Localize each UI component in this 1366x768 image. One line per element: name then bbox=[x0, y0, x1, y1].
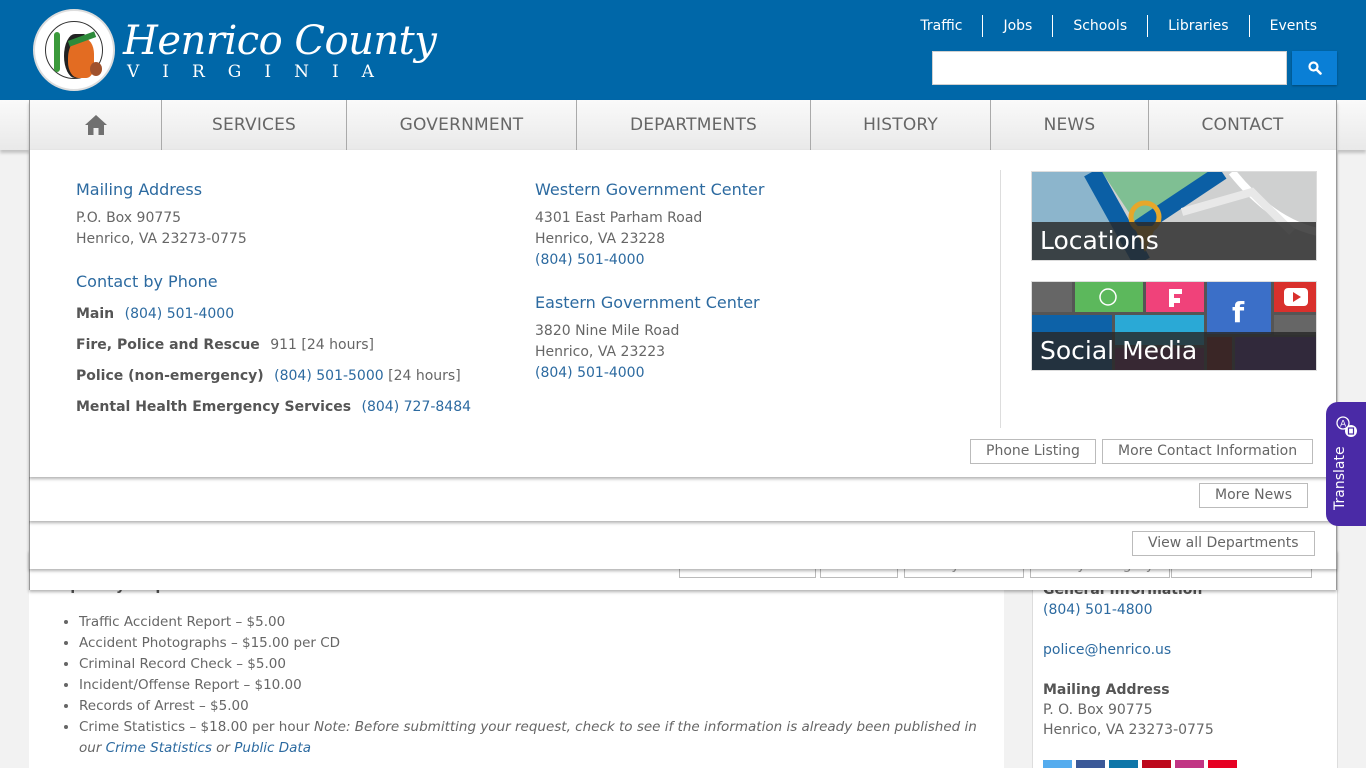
mailing-address-heading: Mailing Address bbox=[76, 180, 203, 199]
phone-row-main: Main (804) 501-4000 bbox=[76, 306, 235, 322]
fee-item: Records of Arrest – $5.00 bbox=[79, 696, 990, 717]
util-link-traffic[interactable]: Traffic bbox=[900, 15, 982, 37]
pinterest-icon[interactable] bbox=[1208, 760, 1237, 768]
translate-label: Translate bbox=[1332, 446, 1348, 510]
public-data-link[interactable]: Public Data bbox=[234, 740, 311, 756]
util-link-schools[interactable]: Schools bbox=[1052, 15, 1147, 37]
youtube-icon[interactable] bbox=[1142, 760, 1171, 768]
fee-item: Accident Photographs – $15.00 per CD bbox=[79, 633, 990, 654]
mailing-line1: P.O. Box 90775 bbox=[76, 210, 182, 226]
nav-home[interactable] bbox=[30, 100, 162, 150]
social-media-caption: Social Media bbox=[1032, 332, 1316, 370]
fee-item-crime-stats: Crime Statistics – $18.00 per hour Note:… bbox=[79, 717, 990, 759]
facebook-icon[interactable] bbox=[1076, 760, 1105, 768]
mailing-line2: Henrico, VA 23273-0775 bbox=[76, 231, 247, 247]
search-button[interactable] bbox=[1292, 51, 1337, 85]
search-icon bbox=[1307, 61, 1322, 75]
more-contact-info-button[interactable]: More Contact Information bbox=[1102, 439, 1314, 464]
logo-subtitle: VIRGINIA bbox=[127, 62, 397, 82]
mental-health-phone-link[interactable]: (804) 727-8484 bbox=[362, 399, 472, 415]
contact-dropdown: Mailing Address P.O. Box 90775 Henrico, … bbox=[29, 150, 1337, 477]
mailing-line2: Henrico, VA 23273-0775 bbox=[1043, 722, 1214, 738]
western-center-heading: Western Government Center bbox=[535, 180, 765, 199]
fee-item: Criminal Record Check – $5.00 bbox=[79, 654, 990, 675]
phone-listing-button[interactable]: Phone Listing bbox=[970, 439, 1096, 464]
main-phone-link[interactable]: (804) 501-4000 bbox=[125, 306, 235, 322]
western-phone-link[interactable]: (804) 501-4000 bbox=[535, 252, 645, 268]
svg-text:f: f bbox=[1232, 296, 1245, 329]
social-links bbox=[1043, 760, 1237, 768]
utility-links: Traffic Jobs Schools Libraries Events bbox=[900, 15, 1336, 37]
news-dropdown: More News bbox=[29, 477, 1337, 521]
mailing-label: Mailing Address bbox=[1043, 682, 1170, 698]
instagram-icon[interactable] bbox=[1175, 760, 1204, 768]
nav-departments[interactable]: DEPARTMENTS bbox=[577, 100, 811, 150]
fees-list: Traffic Accident Report – $5.00 Accident… bbox=[60, 612, 990, 759]
linkedin-icon[interactable] bbox=[1109, 760, 1138, 768]
view-all-departments-button[interactable]: View all Departments bbox=[1132, 531, 1315, 556]
police-phone-link[interactable]: (804) 501-5000 bbox=[274, 368, 384, 384]
phone-row-emergency: Fire, Police and Rescue 911 [24 hours] bbox=[76, 337, 374, 353]
phone-row-police: Police (non-emergency) (804) 501-5000 [2… bbox=[76, 368, 461, 384]
fee-item: Incident/Offense Report – $10.00 bbox=[79, 675, 990, 696]
util-link-events[interactable]: Events bbox=[1248, 15, 1336, 37]
county-seal-icon bbox=[33, 9, 115, 91]
eastern-center-heading: Eastern Government Center bbox=[535, 293, 760, 312]
nav-government[interactable]: GOVERNMENT bbox=[347, 100, 577, 150]
departments-dropdown: View all Departments bbox=[29, 521, 1337, 569]
nav-news[interactable]: NEWS bbox=[991, 100, 1149, 150]
nav-services[interactable]: SERVICES bbox=[162, 100, 347, 150]
nav-edge-left bbox=[0, 100, 29, 150]
translate-button[interactable]: A Translate bbox=[1326, 402, 1366, 526]
site-logo[interactable]: Henrico County VIRGINIA bbox=[33, 9, 437, 91]
locations-caption: Locations bbox=[1032, 222, 1316, 260]
twitter-icon[interactable] bbox=[1043, 760, 1072, 768]
util-link-libraries[interactable]: Libraries bbox=[1147, 15, 1248, 37]
contact-by-phone-heading: Contact by Phone bbox=[76, 272, 218, 291]
fee-item: Traffic Accident Report – $5.00 bbox=[79, 612, 990, 633]
eastern-phone-link[interactable]: (804) 501-4000 bbox=[535, 365, 645, 381]
more-news-button[interactable]: More News bbox=[1199, 483, 1308, 508]
nav-contact[interactable]: CONTACT bbox=[1149, 100, 1336, 150]
contact-middle-column: Western Government Center 4301 East Parh… bbox=[535, 180, 765, 381]
mailing-line1: P. O. Box 90775 bbox=[1043, 702, 1153, 718]
column-divider bbox=[1000, 170, 1001, 428]
sidebar-info: General Information (804) 501-4800 polic… bbox=[1043, 580, 1214, 740]
social-media-tile[interactable]: f Social Media bbox=[1031, 281, 1317, 371]
locations-tile[interactable]: Locations bbox=[1031, 171, 1317, 261]
contact-left-column: Mailing Address P.O. Box 90775 Henrico, … bbox=[76, 180, 471, 428]
phone-row-mental-health: Mental Health Emergency Services (804) 7… bbox=[76, 399, 472, 415]
nav-history[interactable]: HISTORY bbox=[811, 100, 991, 150]
crime-statistics-link[interactable]: Crime Statistics bbox=[106, 740, 212, 756]
logo-title: Henrico County bbox=[123, 18, 437, 64]
main-nav: SERVICES GOVERNMENT DEPARTMENTS HISTORY … bbox=[29, 100, 1337, 150]
nav-edge-right bbox=[1337, 100, 1366, 150]
site-header: Henrico County VIRGINIA Traffic Jobs Sch… bbox=[0, 0, 1366, 100]
home-icon bbox=[84, 115, 107, 135]
translate-icon: A bbox=[1336, 416, 1357, 437]
email-link[interactable]: police@henrico.us bbox=[1043, 640, 1214, 660]
util-link-jobs[interactable]: Jobs bbox=[982, 15, 1052, 37]
general-phone-link[interactable]: (804) 501-4800 bbox=[1043, 600, 1214, 620]
search-input[interactable] bbox=[932, 51, 1287, 85]
